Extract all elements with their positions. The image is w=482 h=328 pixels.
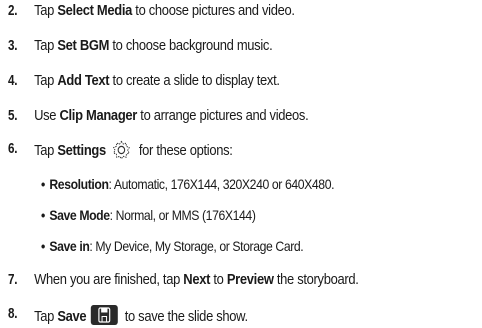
step-number: 8. <box>8 306 18 322</box>
bullet-dot: • <box>41 239 45 254</box>
add-text-label: Add Text <box>57 73 110 89</box>
bullet-dot: • <box>41 177 45 192</box>
step-number: 6. <box>8 141 18 157</box>
set-bgm-label: Set BGM <box>57 38 110 54</box>
option-label: Save Mode <box>49 208 110 223</box>
step-text: Tap Select Media to choose pictures and … <box>34 3 295 19</box>
step-text: Tap Add Text to create a slide to displa… <box>34 73 280 89</box>
instruction-page: 2. Tap Select Media to choose pictures a… <box>0 0 482 328</box>
settings-label: Settings <box>57 143 106 159</box>
option-text: : Automatic, 176X144, 320X240 or 640X480… <box>108 177 335 192</box>
step-number: 4. <box>8 73 18 89</box>
option-save-mode: • Save Mode: Normal, or MMS (176X144) <box>41 207 256 225</box>
step-text: Tap Set BGM to choose background music. <box>34 38 273 54</box>
bullet-dot: • <box>41 208 45 223</box>
step-text: Tap Settings for these options: <box>34 140 233 160</box>
step-text: Use Clip Manager to arrange pictures and… <box>34 108 309 124</box>
option-label: Resolution <box>49 177 109 192</box>
save-label: Save <box>57 309 87 325</box>
step-number: 3. <box>8 38 18 54</box>
step-text: When you are finished, tap Next to Previ… <box>34 272 359 288</box>
step-number: 7. <box>8 272 18 288</box>
preview-label: Preview <box>226 272 274 288</box>
next-label: Next <box>183 272 211 288</box>
option-label: Save in <box>49 239 90 254</box>
step-text: Tap Save to save the slide show. <box>34 305 248 326</box>
clip-manager-label: Clip Manager <box>59 108 138 124</box>
select-media-label: Select Media <box>57 3 133 19</box>
gear-icon <box>112 140 130 160</box>
step-number: 5. <box>8 108 18 124</box>
step-number: 2. <box>8 3 18 19</box>
save-icon <box>90 305 118 325</box>
option-text: : My Device, My Storage, or Storage Card… <box>89 239 304 254</box>
option-text: : Normal, or MMS (176X144) <box>109 208 256 223</box>
option-save-in: • Save in: My Device, My Storage, or Stor… <box>41 238 304 256</box>
option-resolution: • Resolution: Automatic, 176X144, 320X240… <box>41 176 334 194</box>
